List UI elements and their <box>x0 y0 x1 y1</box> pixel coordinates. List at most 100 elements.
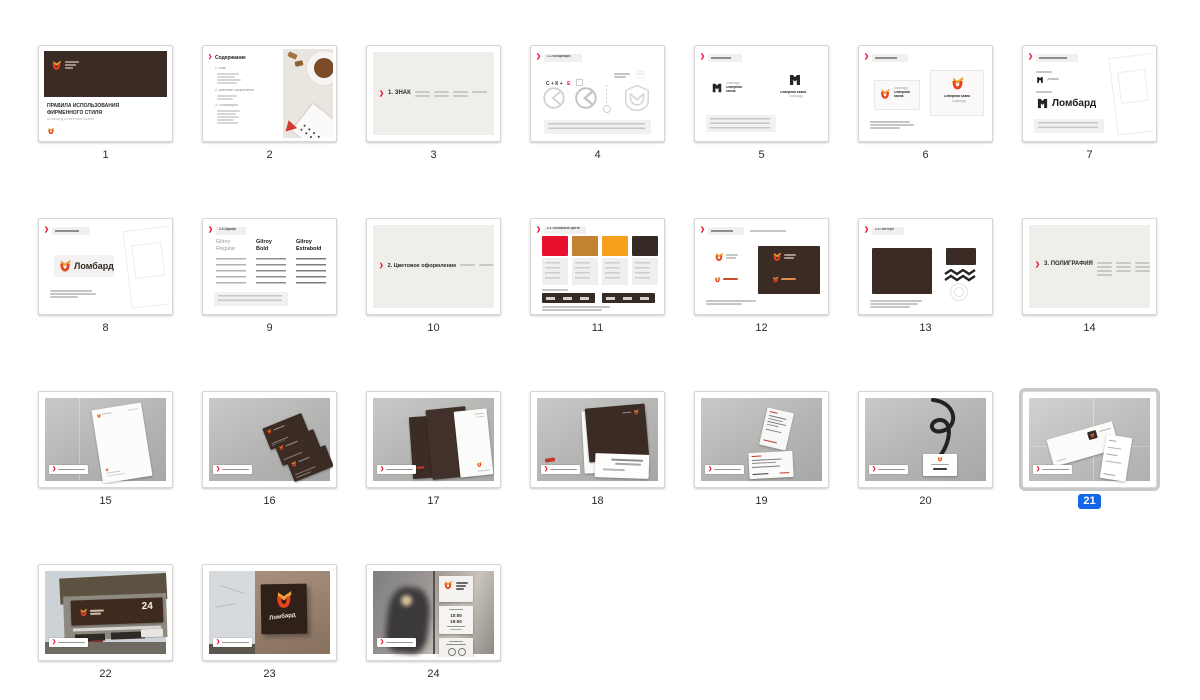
slide-thumbnail-8[interactable]: ❯ Ломбард 8 <box>38 218 173 336</box>
brand-logo-icon <box>633 409 640 416</box>
slide-thumbnail-6[interactable]: ❯ Ломбард Северная Казна Северная Казна … <box>858 45 993 163</box>
section-row: ❯ 1. ЗНАК <box>379 90 487 97</box>
slide-pattern: ❯ 2.2 Паттерн <box>862 222 989 311</box>
slide-caption[interactable]: 8 <box>97 321 113 336</box>
slide-caption[interactable]: 10 <box>422 321 444 336</box>
slide-thumbnail-4[interactable]: ❯ 1.1 Концепция С + К + Е 4 <box>530 45 665 163</box>
slide-cover: ПРАВИЛА ИСПОЛЬЗОВАНИЯ ФИРМЕННОГО СТИЛЯ Л… <box>42 49 169 138</box>
chevron-icon: ❯ <box>208 227 213 234</box>
slide-thumbnail-14[interactable]: ❯ 3. ПОЛИГРАФИЯ 14 <box>1022 218 1157 336</box>
slide-photo-tags: ❯ <box>698 395 825 484</box>
storefront-window <box>131 242 165 279</box>
photo-background: ❯ <box>1029 398 1150 481</box>
text-line <box>456 588 464 590</box>
slide-caption[interactable]: 17 <box>422 494 444 509</box>
thumb-frame: ❯ <box>366 391 501 488</box>
brand-logo-icon <box>772 276 779 283</box>
slide-thumbnail-13[interactable]: ❯ 2.2 Паттерн 13 <box>858 218 993 336</box>
slide-caption[interactable]: 16 <box>258 494 280 509</box>
slide-caption[interactable]: 23 <box>258 667 280 682</box>
slide-thumbnail-12[interactable]: ❯ 12 <box>694 218 829 336</box>
text-line <box>779 472 789 474</box>
slide-thumbnail-2[interactable]: ❯ Содержание 1. Знак 2. Цветовое оформле… <box>202 45 337 163</box>
slide-caption[interactable]: 7 <box>1081 148 1097 163</box>
header-pill <box>708 227 744 235</box>
slide-thumbnail-9[interactable]: ❯ 1.4 Шрифт Gilroy Regular Gilroy Bold G… <box>202 218 337 336</box>
text-line <box>65 61 79 63</box>
notebook-keys <box>298 122 331 138</box>
slide-thumbnail-17[interactable]: ❯ 17 <box>366 391 501 509</box>
slide-thumbnail-24[interactable]: 10:00 19:00 ❯ 24 <box>366 564 501 682</box>
toc-item: 2. Цветовое оформление <box>215 89 254 93</box>
slide-caption[interactable]: 12 <box>750 321 772 336</box>
slide-thumbnail-23[interactable]: Ломбард ❯ 23 <box>202 564 337 682</box>
text-line <box>217 116 239 118</box>
photo-label: ❯ <box>213 465 252 474</box>
slide-thumbnail-18[interactable]: ❯ 18 <box>530 391 665 509</box>
text-line <box>931 464 949 465</box>
slide-thumbnail-21[interactable]: ❯ 21 <box>1022 391 1157 509</box>
pattern-swatch-large <box>872 248 932 294</box>
slide-thumbnail-1[interactable]: ПРАВИЛА ИСПОЛЬЗОВАНИЯ ФИРМЕННОГО СТИЛЯ Л… <box>38 45 173 163</box>
slide-caption[interactable]: 19 <box>750 494 772 509</box>
thumb-frame: ❯ <box>694 218 829 315</box>
slide-thumbnail-7[interactable]: ❯ Ломбард 7 <box>1022 45 1157 163</box>
photo-background: ❯ <box>701 398 822 481</box>
thumb-frame: Ломбард ❯ <box>202 564 337 661</box>
letterhead-sheet <box>92 403 153 484</box>
slide-caption-selected[interactable]: 21 <box>1078 494 1100 509</box>
slide-caption[interactable]: 15 <box>94 494 116 509</box>
slide-thumbnail-20[interactable]: ❯ 20 <box>858 391 993 509</box>
slide-caption[interactable]: 1 <box>97 148 113 163</box>
payment-icon <box>448 648 456 656</box>
slide-thumbnail-3[interactable]: ❯ 1. ЗНАК 3 <box>366 45 501 163</box>
slide-caption[interactable]: 11 <box>587 321 608 336</box>
swatch-red <box>542 236 568 256</box>
text-line <box>450 629 462 630</box>
hours-close: 19:00 <box>439 619 473 624</box>
slide-thumbnail-16[interactable]: ❯ 16 <box>202 391 337 509</box>
photo-label: ❯ <box>49 638 88 647</box>
chevron-icon: ❯ <box>380 638 384 647</box>
slide-logo-block-color: ❯ Ломбард <box>42 222 169 311</box>
slide-thumbnail-5[interactable]: ❯ Ломбард Северная Казна Северная Казна … <box>694 45 829 163</box>
box-logo-square <box>1087 430 1098 440</box>
brand-logo-icon <box>96 413 102 419</box>
cookie <box>295 60 304 67</box>
description-box <box>1034 119 1104 133</box>
slide-caption[interactable]: 24 <box>422 667 444 682</box>
chevron-icon: ❯ <box>208 54 212 61</box>
slide-caption[interactable]: 9 <box>261 321 277 336</box>
brand-logo-icon <box>950 76 965 91</box>
slide-photo-door: 10:00 19:00 ❯ <box>370 568 497 657</box>
slide-caption[interactable]: 2 <box>261 148 277 163</box>
slide-caption[interactable]: 22 <box>94 667 116 682</box>
slide-thumbnail-10[interactable]: ❯ 2. Цветовое оформление 10 <box>366 218 501 336</box>
slide-thumbnail-22[interactable]: 24 ❯ 22 <box>38 564 173 682</box>
text-line <box>474 413 484 415</box>
section-items <box>1116 262 1131 272</box>
slide-caption[interactable]: 5 <box>753 148 769 163</box>
slide-thumbnail-11[interactable]: ❯ 2.1 Основные цвета 11 <box>530 218 665 336</box>
slide-caption[interactable]: 18 <box>586 494 608 509</box>
thumb-frame: ❯ <box>38 391 173 488</box>
slide-caption[interactable]: 4 <box>589 148 605 163</box>
slide-caption[interactable]: 6 <box>917 148 933 163</box>
swatch-info <box>602 258 628 285</box>
thumb-frame: ❯ 1.4 Шрифт Gilroy Regular Gilroy Bold G… <box>202 218 337 315</box>
text-line <box>752 458 782 461</box>
text-line <box>217 82 237 84</box>
slide-trademark: ❯ Ломбард Северная Казна Северная Казна … <box>698 49 825 138</box>
storefront-window <box>1117 69 1149 104</box>
slide-thumbnail-19[interactable]: ❯ 19 <box>694 391 829 509</box>
slide-caption[interactable]: 13 <box>914 321 936 336</box>
slide-caption[interactable]: 3 <box>425 148 441 163</box>
slide-caption[interactable]: 20 <box>914 494 936 509</box>
wordmark-line <box>723 278 738 280</box>
thumb-frame: ❯ Ломбард <box>1022 45 1157 142</box>
cover-subtitle: ЛОМБАРД СЕВЕРНАЯ КАЗНА <box>47 118 94 122</box>
coffee-cup <box>314 58 333 78</box>
text-line <box>752 455 762 457</box>
slide-caption[interactable]: 14 <box>1078 321 1100 336</box>
slide-thumbnail-15[interactable]: ❯ 15 <box>38 391 173 509</box>
